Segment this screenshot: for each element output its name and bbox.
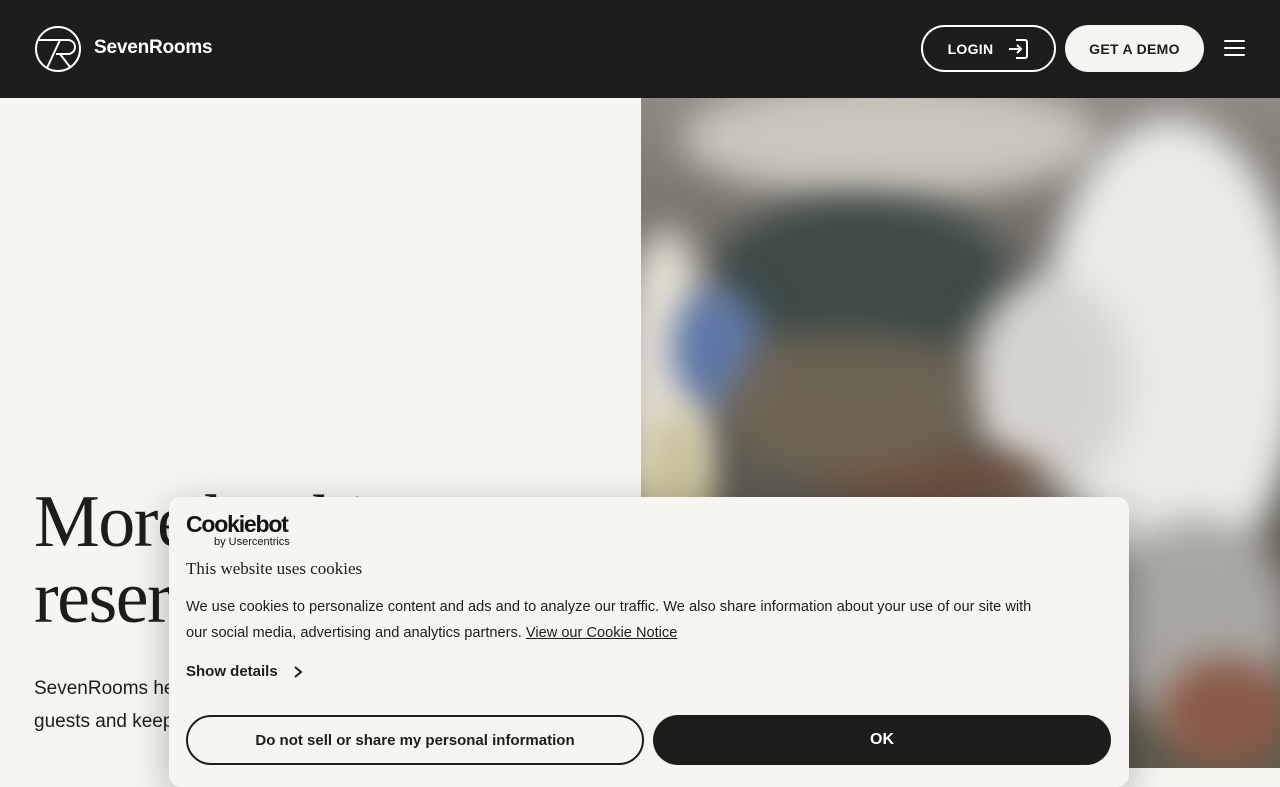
ok-button[interactable]: OK: [653, 715, 1111, 765]
sevenrooms-logo-icon[interactable]: [34, 25, 82, 73]
cookie-dialog-text: We use cookies to personalize content an…: [186, 594, 1121, 646]
hamburger-menu-icon[interactable]: [1224, 40, 1245, 57]
cookiebot-logo-subtext: by Usercentrics: [214, 536, 290, 548]
login-button[interactable]: LOGIN: [921, 25, 1056, 72]
cookie-text-line2: our social media, advertising and analyt…: [186, 625, 522, 641]
cookie-dialog-title: This website uses cookies: [186, 559, 363, 578]
cookiebot-logo: Cookiebot by Usercentrics: [186, 512, 290, 548]
login-arrow-icon: [1009, 38, 1029, 59]
show-details-label: Show details: [186, 663, 278, 680]
get-a-demo-button[interactable]: GET A DEMO: [1065, 25, 1204, 72]
cookiebot-logo-text: Cookiebot: [186, 511, 289, 537]
do-not-sell-button[interactable]: Do not sell or share my personal informa…: [186, 715, 644, 765]
top-navigation-bar: SevenRooms LOGIN GET A DEMO: [0, 0, 1280, 98]
cookie-notice-link[interactable]: View our Cookie Notice: [526, 625, 677, 641]
brand-name[interactable]: SevenRooms: [94, 37, 213, 59]
cookie-consent-dialog: Cookiebot by Usercentrics This website u…: [169, 497, 1129, 787]
login-label: LOGIN: [947, 40, 994, 57]
show-details-toggle[interactable]: Show details: [186, 663, 304, 680]
chevron-right-icon: [294, 665, 303, 678]
cookie-text-line1: We use cookies to personalize content an…: [186, 599, 1032, 615]
